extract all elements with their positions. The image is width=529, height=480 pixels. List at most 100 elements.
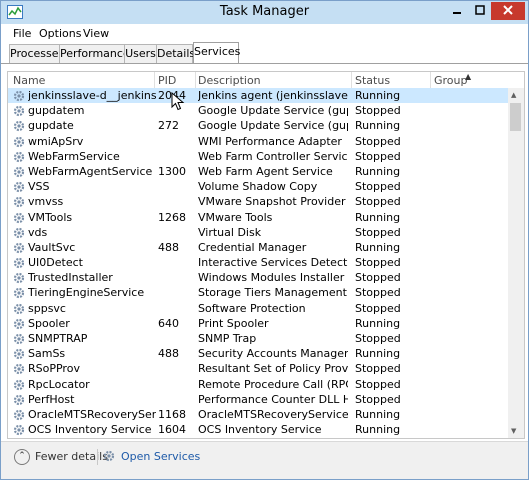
service-description: Software Protection bbox=[198, 301, 306, 315]
service-name: UI0Detect bbox=[28, 256, 83, 270]
service-description: VMware Snapshot Provider bbox=[198, 195, 346, 209]
column-divider[interactable] bbox=[430, 72, 431, 88]
column-header-pid[interactable]: PID bbox=[158, 74, 176, 87]
service-name: Spooler bbox=[28, 316, 70, 330]
column-header-status[interactable]: Status bbox=[355, 74, 390, 87]
table-body: jenkinsslave-d__jenkinsagent2044Jenkins … bbox=[8, 88, 508, 437]
service-gear-icon bbox=[13, 363, 25, 375]
service-gear-icon bbox=[13, 272, 25, 284]
service-description: Windows Modules Installer bbox=[198, 271, 345, 285]
tab-details[interactable]: Details bbox=[156, 44, 195, 63]
service-name: OracleMTSRecoveryService bbox=[28, 407, 156, 421]
menu-options[interactable]: Options bbox=[39, 27, 81, 40]
table-row[interactable]: TrustedInstaller Windows Modules Installe… bbox=[8, 270, 508, 285]
service-name: VaultSvc bbox=[28, 240, 76, 254]
service-name: OCS Inventory Service bbox=[28, 423, 152, 437]
service-status: Stopped bbox=[355, 271, 401, 285]
service-status: Running bbox=[355, 347, 401, 361]
scroll-down-arrow-icon[interactable]: ▼ bbox=[511, 427, 516, 435]
table-row[interactable]: sppsvc Software Protection Stopped bbox=[8, 301, 508, 316]
maximize-button[interactable] bbox=[469, 2, 491, 20]
service-pid: 488 bbox=[158, 240, 179, 254]
table-row[interactable]: VaultSvc 488 Credential Manager Running bbox=[8, 240, 508, 255]
table-row[interactable]: vds Virtual Disk Stopped bbox=[8, 225, 508, 240]
table-row[interactable]: WebFarmService Web Farm Controller Servic… bbox=[8, 149, 508, 164]
service-gear-icon bbox=[13, 90, 25, 102]
task-manager-window: Task Manager File Options View Processes… bbox=[0, 0, 529, 480]
minimize-button[interactable] bbox=[445, 2, 469, 20]
column-header-name[interactable]: Name bbox=[13, 74, 45, 87]
table-row[interactable]: VMTools 1268 VMware Tools Running bbox=[8, 210, 508, 225]
service-gear-icon bbox=[13, 287, 25, 299]
service-name: TieringEngineService bbox=[28, 286, 145, 300]
tab-divider bbox=[1, 63, 528, 64]
open-services-link[interactable]: Open Services bbox=[121, 450, 200, 463]
service-pid: 1168 bbox=[158, 407, 186, 421]
table-row[interactable]: gupdatem Google Update Service (gupdate..… bbox=[8, 103, 508, 118]
table-row[interactable]: jenkinsslave-d__jenkinsagent2044Jenkins … bbox=[8, 88, 508, 104]
tab-performance[interactable]: Performance bbox=[59, 44, 130, 63]
service-name: VSS bbox=[28, 180, 50, 194]
table-row[interactable]: SNMPTRAP SNMP Trap Stopped bbox=[8, 331, 508, 346]
table-row[interactable]: UI0Detect Interactive Services Detection S… bbox=[8, 255, 508, 270]
chevron-up-icon[interactable]: ⌃ bbox=[14, 449, 30, 465]
column-divider[interactable] bbox=[351, 72, 352, 88]
service-gear-icon bbox=[13, 227, 25, 239]
service-status: Stopped bbox=[355, 332, 401, 345]
column-header-description[interactable]: Description bbox=[198, 74, 261, 87]
table-row[interactable]: OracleMTSRecoveryService1168OracleMTSRec… bbox=[8, 407, 508, 422]
table-row[interactable]: Spooler 640 Print Spooler Running bbox=[8, 316, 508, 331]
service-pid: 488 bbox=[158, 347, 179, 361]
service-status: Running bbox=[355, 423, 401, 437]
table-row[interactable]: SamSs 488 Security Accounts Manager Running bbox=[8, 346, 508, 361]
table-row[interactable]: wmiApSrv WMI Performance Adapter Stopped bbox=[8, 134, 508, 149]
service-gear-icon bbox=[13, 151, 25, 163]
title-bar[interactable]: Task Manager bbox=[1, 1, 528, 24]
table-row[interactable]: VSS Volume Shadow Copy Stopped bbox=[8, 179, 508, 194]
service-description: Interactive Services Detection bbox=[198, 256, 348, 270]
column-divider[interactable] bbox=[154, 72, 155, 88]
table-row[interactable]: WebFarmAgentService 1300 Web Farm Agent Se… bbox=[8, 164, 508, 179]
service-description: Storage Tiers Management bbox=[198, 286, 347, 300]
tab-users[interactable]: Users bbox=[124, 44, 157, 63]
service-status: Stopped bbox=[355, 301, 401, 315]
table-row[interactable]: RSoPProv Resultant Set of Policy Provider… bbox=[8, 361, 508, 376]
service-description: Virtual Disk bbox=[198, 225, 262, 239]
column-header-group[interactable]: Group bbox=[434, 74, 468, 87]
table-row[interactable]: gupdate 272 Google Update Service (gupdate… bbox=[8, 118, 508, 133]
service-name: SNMPTRAP bbox=[28, 332, 88, 345]
service-status: Stopped bbox=[355, 377, 401, 391]
column-divider[interactable] bbox=[195, 72, 196, 88]
service-description: OracleMTSRecoveryService bbox=[198, 407, 348, 421]
service-gear-icon bbox=[13, 409, 25, 421]
menu-view[interactable]: View bbox=[83, 27, 109, 40]
service-gear-icon bbox=[13, 348, 25, 360]
table-row[interactable]: TieringEngineService Storage Tiers Manage… bbox=[8, 285, 508, 300]
service-gear-icon bbox=[13, 212, 25, 224]
service-status: Stopped bbox=[355, 362, 401, 376]
service-gear-icon bbox=[13, 181, 25, 193]
table-row[interactable]: vmvss VMware Snapshot Provider Stopped bbox=[8, 194, 508, 209]
tab-services[interactable]: Services bbox=[193, 42, 240, 64]
service-description: Jenkins agent (jenkinsslave-d__je... bbox=[198, 89, 348, 102]
service-status: Running bbox=[355, 240, 401, 254]
menu-file[interactable]: File bbox=[13, 27, 31, 40]
table-row[interactable]: PerfHost Performance Counter DLL Host Stop… bbox=[8, 392, 508, 407]
service-gear-icon bbox=[13, 333, 25, 345]
service-name: RpcLocator bbox=[28, 377, 90, 391]
services-gear-icon bbox=[103, 450, 115, 462]
service-name: gupdatem bbox=[28, 104, 85, 118]
service-description: Web Farm Controller Service bbox=[198, 149, 348, 163]
service-name: TrustedInstaller bbox=[28, 271, 113, 285]
service-description: Google Update Service (gupdate... bbox=[198, 104, 348, 118]
scroll-up-arrow-icon[interactable]: ▲ bbox=[511, 91, 516, 99]
vertical-scrollbar[interactable]: ▲ ▼ bbox=[508, 88, 524, 438]
tab-processes[interactable]: Processes bbox=[9, 44, 64, 63]
scrollbar-thumb[interactable] bbox=[510, 103, 521, 131]
table-row[interactable]: RpcLocator Remote Procedure Call (RPC) Lo… bbox=[8, 377, 508, 392]
table-row[interactable]: OCS Inventory Service 1604 OCS Inventory S… bbox=[8, 422, 508, 437]
close-button[interactable] bbox=[491, 2, 525, 20]
service-gear-icon bbox=[13, 196, 25, 208]
service-description: Resultant Set of Policy Provider bbox=[198, 362, 348, 376]
service-gear-icon bbox=[13, 242, 25, 254]
